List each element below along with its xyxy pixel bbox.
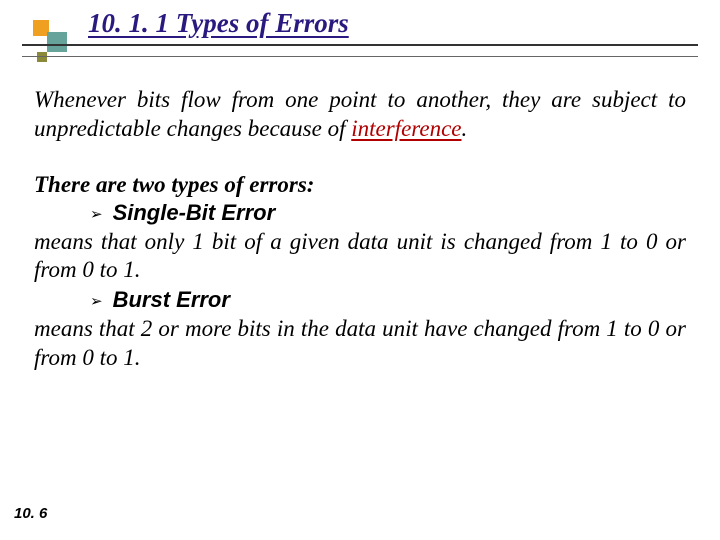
body-content: Whenever bits flow from one point to ano… xyxy=(34,86,686,373)
intro-paragraph: Whenever bits flow from one point to ano… xyxy=(34,86,686,144)
bullet-description: means that 2 or more bits in the data un… xyxy=(34,315,686,373)
heading-rule-top xyxy=(22,44,698,46)
bullet-label: Burst Error xyxy=(113,287,230,313)
types-lead: There are two types of errors: xyxy=(34,172,686,198)
accent-square-orange xyxy=(33,20,49,36)
corner-accent xyxy=(33,20,75,64)
intro-text-post: . xyxy=(462,116,468,141)
accent-square-olive xyxy=(37,52,47,62)
slide-number: 10. 6 xyxy=(14,505,47,522)
chevron-right-icon: ➢ xyxy=(90,295,103,310)
slide: 10. 1. 1 Types of Errors Whenever bits f… xyxy=(0,0,720,540)
intro-highlight: interference xyxy=(351,116,461,141)
bullet-description: means that only 1 bit of a given data un… xyxy=(34,228,686,286)
bullet-item: ➢ Single-Bit Error xyxy=(34,200,686,226)
bullet-label: Single-Bit Error xyxy=(113,200,276,226)
page-title: 10. 1. 1 Types of Errors xyxy=(88,8,349,39)
chevron-right-icon: ➢ xyxy=(90,208,103,223)
bullet-item: ➢ Burst Error xyxy=(34,287,686,313)
heading-rule-bottom xyxy=(22,56,698,57)
accent-square-teal xyxy=(47,32,67,52)
